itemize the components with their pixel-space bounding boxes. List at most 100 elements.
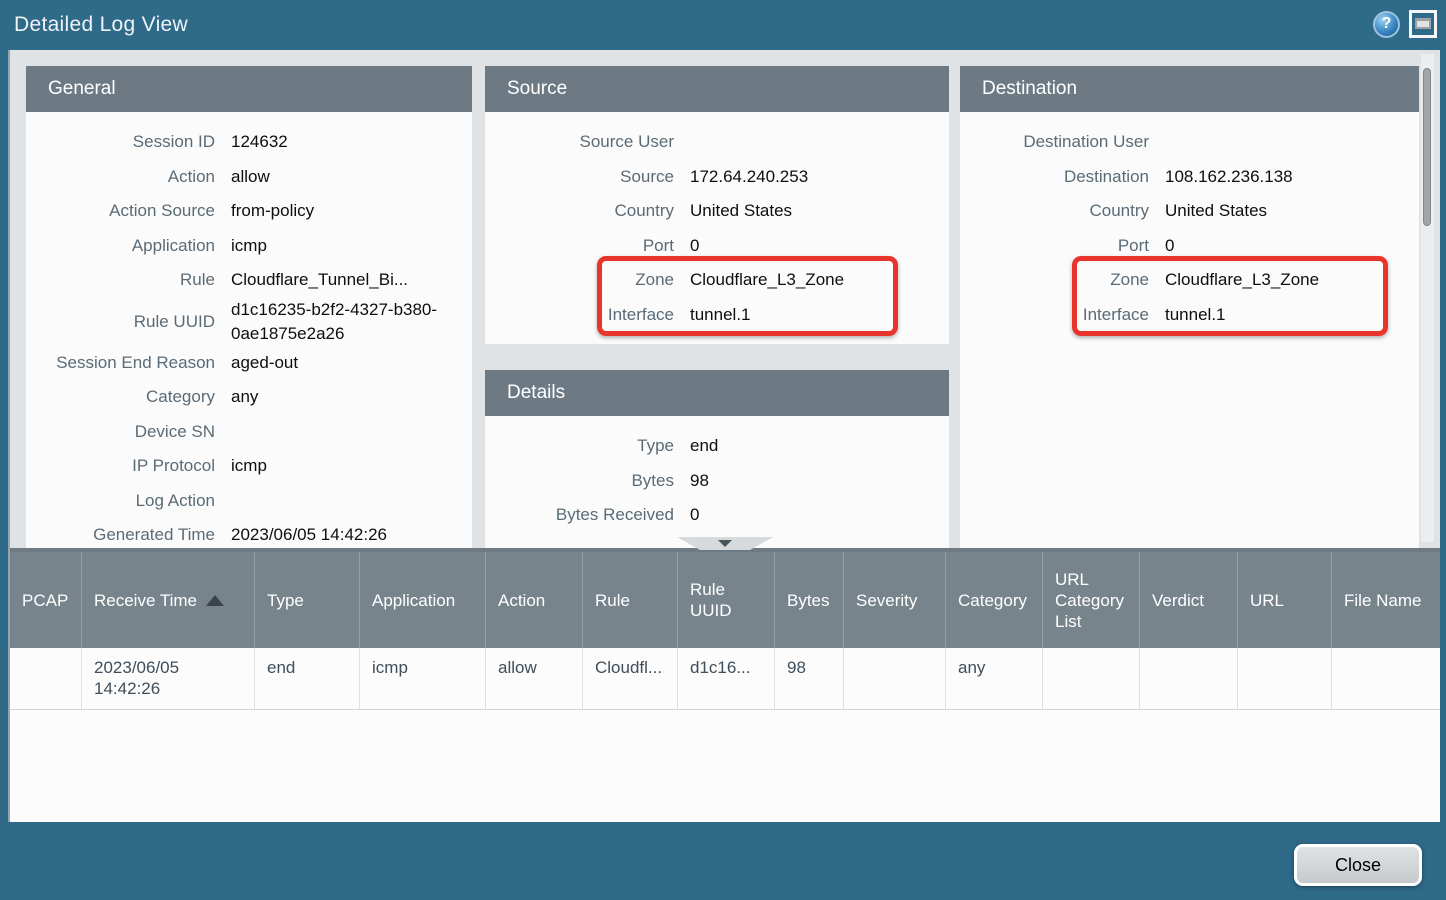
dialog-body: General Session ID124632ActionallowActio… (8, 50, 1440, 822)
table-cell-verdict (1140, 648, 1238, 709)
field-row-rule-uuid: Rule UUIDd1c16235-b2f2-4327-b380-0ae1875… (26, 298, 472, 346)
field-row-zone: ZoneCloudflare_L3_Zone (960, 263, 1419, 298)
field-row-destination: Destination108.162.236.138 (960, 160, 1419, 195)
field-row-source-user: Source User (485, 125, 949, 160)
field-value: 2023/06/05 14:42:26 (231, 523, 472, 547)
column-header-application[interactable]: Application (360, 552, 486, 648)
general-panel-title: General (26, 66, 472, 112)
table-cell-receive-time: 2023/06/05 14:42:26 (82, 648, 255, 709)
field-value: 0 (690, 234, 949, 258)
vertical-scrollbar (1421, 54, 1434, 542)
detail-section: General Session ID124632ActionallowActio… (8, 50, 1440, 548)
field-row-generated-time: Generated Time2023/06/05 14:42:26 (26, 518, 472, 548)
column-header-url[interactable]: URL (1238, 552, 1332, 648)
field-row-country: CountryUnited States (960, 194, 1419, 229)
field-value: tunnel.1 (1165, 303, 1419, 327)
field-value: aged-out (231, 351, 472, 375)
field-row-bytes-received: Bytes Received0 (485, 498, 949, 533)
column-header-rule-uuid[interactable]: Rule UUID (678, 552, 775, 648)
source-panel-title: Source (485, 66, 949, 112)
column-header-label: Type (267, 590, 304, 611)
dialog-title: Detailed Log View (14, 13, 188, 37)
column-header-severity[interactable]: Severity (844, 552, 946, 648)
column-header-label: Action (498, 590, 545, 611)
field-label: Destination User (960, 132, 1165, 152)
field-label: Interface (485, 305, 690, 325)
column-header-pcap[interactable]: PCAP (10, 552, 82, 648)
column-header-label: Application (372, 590, 455, 611)
field-label: Country (960, 201, 1165, 221)
collapse-arrow-icon (718, 540, 732, 547)
log-table-section: PCAPReceive Time Type Application Action Rul… (8, 548, 1440, 822)
column-header-file-name[interactable]: File Name (1332, 552, 1440, 648)
help-icon[interactable]: ? (1373, 11, 1400, 38)
field-row-type: Typeend (485, 429, 949, 464)
field-label: Generated Time (26, 525, 231, 545)
close-button[interactable]: Close (1294, 844, 1422, 886)
column-header-rule[interactable]: Rule (583, 552, 678, 648)
column-header-label: Verdict (1152, 590, 1204, 611)
field-value: 172.64.240.253 (690, 165, 949, 189)
field-row-port: Port0 (960, 229, 1419, 264)
column-header-label: URL Category List (1055, 569, 1131, 632)
field-row-country: CountryUnited States (485, 194, 949, 229)
field-label: Category (26, 387, 231, 407)
field-label: Source User (485, 132, 690, 152)
column-header-receive-time[interactable]: Receive Time (82, 552, 255, 648)
field-label: Device SN (26, 422, 231, 442)
field-value: 108.162.236.138 (1165, 165, 1419, 189)
field-value: icmp (231, 234, 472, 258)
destination-panel: Destination Destination User Destination1… (960, 66, 1419, 548)
details-panel-body: TypeendBytes98Bytes Received0 (485, 416, 949, 533)
field-label: IP Protocol (26, 456, 231, 476)
field-label: Destination (960, 167, 1165, 187)
field-value: tunnel.1 (690, 303, 949, 327)
field-label: Country (485, 201, 690, 221)
scrollbar-thumb[interactable] (1423, 68, 1431, 226)
column-header-label: Rule (595, 590, 630, 611)
field-value: United States (690, 199, 949, 223)
detailed-log-view-dialog: { "colors": { "titlebar_teal": "#2f6a89"… (0, 0, 1446, 900)
window-icon[interactable] (1409, 10, 1437, 38)
table-cell-url-category-list (1043, 648, 1140, 709)
titlebar-icons: ? (1373, 10, 1437, 38)
table-cell-url (1238, 648, 1332, 709)
field-label: Log Action (26, 491, 231, 511)
field-value: any (231, 385, 472, 409)
column-header-action[interactable]: Action (486, 552, 583, 648)
column-header-label: Severity (856, 590, 917, 611)
field-label: Port (485, 236, 690, 256)
field-row-source: Source172.64.240.253 (485, 160, 949, 195)
table-cell-file-name (1332, 648, 1440, 709)
field-value: 0 (1165, 234, 1419, 258)
column-header-label: Bytes (787, 590, 830, 611)
field-value: Cloudflare_Tunnel_Bi... (231, 268, 472, 292)
column-header-type[interactable]: Type (255, 552, 360, 648)
field-label: Interface (960, 305, 1165, 325)
field-value: 124632 (231, 130, 472, 154)
field-row-interface: Interfacetunnel.1 (485, 298, 949, 333)
field-label: Zone (485, 270, 690, 290)
column-header-bytes[interactable]: Bytes (775, 552, 844, 648)
field-label: Application (26, 236, 231, 256)
table-cell-application: icmp (360, 648, 486, 709)
table-cell-pcap (10, 648, 82, 709)
field-row-log-action: Log Action (26, 484, 472, 519)
field-label: Type (485, 436, 690, 456)
column-header-url-category-list[interactable]: URL Category List (1043, 552, 1140, 648)
field-row-interface: Interfacetunnel.1 (960, 298, 1419, 333)
general-panel: General Session ID124632ActionallowActio… (26, 66, 472, 548)
field-row-action: Actionallow (26, 160, 472, 195)
field-label: Bytes (485, 471, 690, 491)
source-panel-body: Source UserSource172.64.240.253CountryUn… (485, 112, 949, 332)
source-panel: Source Source UserSource172.64.240.253Co… (485, 66, 949, 344)
column-header-category[interactable]: Category (946, 552, 1043, 648)
field-label: Bytes Received (485, 505, 690, 525)
middle-column: Source Source UserSource172.64.240.253Co… (485, 66, 949, 548)
title-bar: Detailed Log View ? (0, 0, 1446, 50)
column-header-verdict[interactable]: Verdict (1140, 552, 1238, 648)
log-table-body: 2023/06/05 14:42:26endicmpallowCloudfl..… (10, 648, 1440, 710)
field-label: Action Source (26, 201, 231, 221)
log-row[interactable]: 2023/06/05 14:42:26endicmpallowCloudfl..… (10, 648, 1440, 710)
window-icon-inner (1415, 18, 1431, 29)
